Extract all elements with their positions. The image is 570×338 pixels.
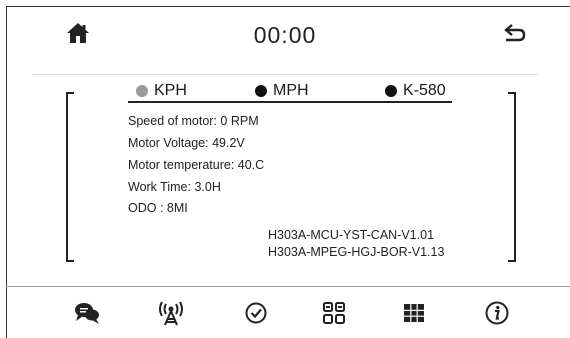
footer-divider <box>6 286 570 287</box>
units-underline <box>128 101 452 103</box>
motor-temperature-text: Motor temperature: 40.C <box>128 158 265 172</box>
unit-k580-label: K-580 <box>403 82 446 99</box>
clock-display: 00:00 <box>253 22 317 48</box>
k580-radio-dot <box>385 85 397 97</box>
mcu-version-text: H303A-MCU-YST-CAN-V1.01 <box>268 228 435 242</box>
left-bracket <box>66 92 74 262</box>
unit-k580[interactable]: K-580 <box>385 80 446 102</box>
chat-icon[interactable] <box>74 300 100 326</box>
unit-mph-label: MPH <box>273 82 309 99</box>
motor-voltage-text: Motor Voltage: 49.2V <box>128 136 245 150</box>
right-bracket <box>508 92 516 262</box>
unit-mph[interactable]: MPH <box>255 80 309 102</box>
check-circle-icon[interactable] <box>243 300 269 326</box>
info-icon[interactable] <box>484 300 510 326</box>
unit-kph[interactable]: KPH <box>136 80 187 102</box>
apps-grid-icon[interactable] <box>321 300 347 326</box>
antenna-icon[interactable] <box>158 300 184 326</box>
unit-kph-label: KPH <box>154 82 187 99</box>
keypad-grid-icon[interactable] <box>401 300 427 326</box>
mpeg-version-text: H303A-MPEG-HGJ-BOR-V1.13 <box>268 245 445 259</box>
header-divider <box>32 74 538 75</box>
mph-radio-dot <box>255 85 267 97</box>
screen-frame <box>6 6 570 338</box>
motor-speed-text: Speed of motor: 0 RPM <box>128 114 259 128</box>
odo-text: ODO : 8MI <box>128 201 188 215</box>
back-icon[interactable] <box>503 22 527 44</box>
work-time-text: Work Time: 3.0H <box>128 180 221 194</box>
kph-radio-dot <box>136 85 148 97</box>
